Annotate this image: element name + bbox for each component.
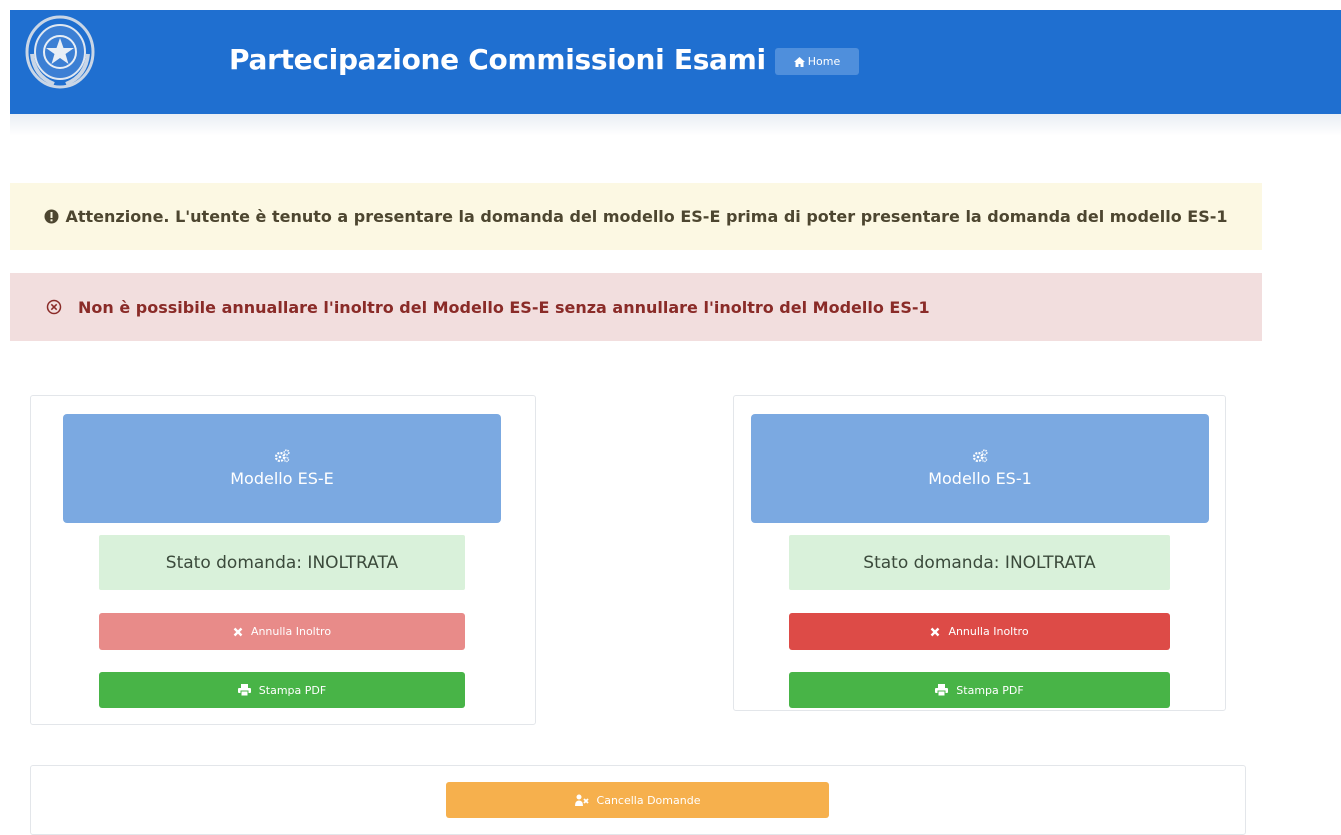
home-icon [793, 56, 805, 67]
stampa-pdf-button-es-e[interactable]: Stampa PDF [99, 672, 465, 708]
exclamation-circle-icon [44, 209, 59, 224]
app-header: Partecipazione Commissioni Esami Home [10, 10, 1341, 114]
close-icon [233, 627, 243, 637]
home-button-label: Home [807, 55, 841, 68]
danger-alert: Non è possibile annuallare l'inoltro del… [10, 273, 1262, 341]
header-shadow [10, 114, 1341, 136]
warning-alert: Attenzione. L'utente è tenuto a presenta… [10, 183, 1262, 250]
danger-alert-text: Non è possibile annuallare l'inoltro del… [78, 297, 930, 317]
cancella-domande-label: Cancella Domande [596, 793, 701, 807]
annulla-inoltro-label-es-1: Annulla Inoltro [948, 625, 1029, 638]
annulla-inoltro-label-es-e: Annulla Inoltro [250, 625, 332, 638]
stampa-pdf-label-es-e: Stampa PDF [258, 683, 327, 697]
home-button[interactable]: Home [775, 48, 859, 75]
model-tile-es-e[interactable]: Modello ES-E [63, 414, 501, 523]
republic-emblem-icon [24, 14, 96, 90]
annulla-inoltro-button-es-1[interactable]: Annulla Inoltro [789, 613, 1170, 650]
stampa-pdf-label-es-1: Stampa PDF [956, 683, 1024, 697]
stampa-pdf-button-es-1[interactable]: Stampa PDF [789, 672, 1170, 708]
gears-icon [274, 449, 290, 463]
gears-icon [972, 449, 988, 463]
print-icon [935, 684, 949, 696]
cancella-domande-button[interactable]: Cancella Domande [446, 782, 829, 818]
warning-alert-text: Attenzione. L'utente è tenuto a presenta… [65, 207, 1228, 226]
close-circle-icon [46, 299, 62, 315]
close-icon [930, 627, 940, 637]
model-name-es-e: Modello ES-E [230, 469, 334, 488]
model-name-es-1: Modello ES-1 [928, 469, 1032, 488]
print-icon [237, 684, 251, 696]
annulla-inoltro-button-es-e[interactable]: Annulla Inoltro [99, 613, 465, 650]
person-remove-icon [574, 794, 589, 807]
model-tile-es-1[interactable]: Modello ES-1 [751, 414, 1209, 523]
status-box-es-1: Stato domanda: INOLTRATA [789, 535, 1170, 590]
page-title: Partecipazione Commissioni Esami [229, 43, 766, 76]
status-box-es-e: Stato domanda: INOLTRATA [99, 535, 465, 590]
